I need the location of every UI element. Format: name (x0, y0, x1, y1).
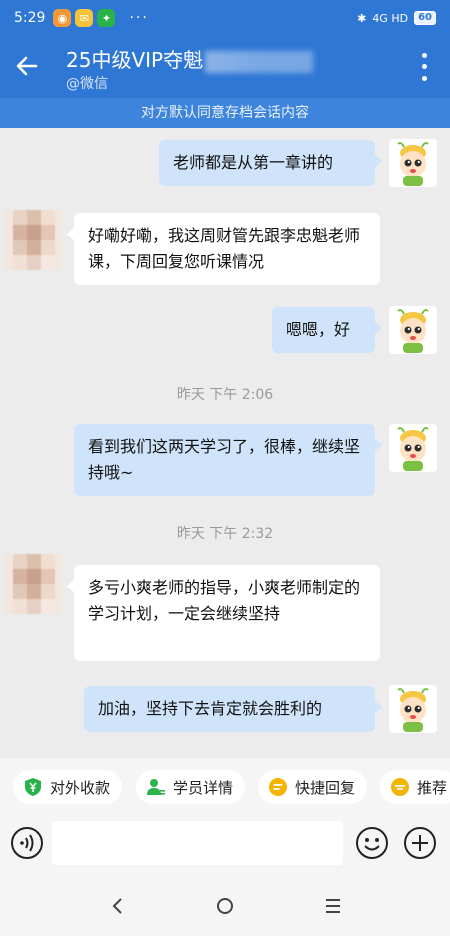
nav-back-button[interactable] (106, 894, 130, 918)
chevron-left-icon (112, 898, 122, 914)
menu-icon (326, 899, 340, 913)
message-bubble-outgoing[interactable]: 老师都是从第一章讲的 (159, 140, 382, 186)
back-button[interactable] (10, 49, 44, 83)
chat-subtitle: @微信 (66, 76, 108, 92)
nav-home-button[interactable] (213, 894, 237, 918)
message-timestamp: 昨天 下午 2:06 (176, 387, 274, 403)
quick-reply-icon (268, 777, 288, 797)
app-notification-icon: ◉ (53, 9, 72, 27)
blurred-avatar-icon (5, 554, 61, 614)
emoji-button[interactable] (355, 826, 389, 860)
circle-home-icon (217, 898, 233, 914)
recommend-icon (390, 777, 410, 797)
message-bubble-outgoing[interactable]: 看到我们这两天学习了，很棒，继续坚持哦~ (74, 424, 382, 496)
dot (421, 75, 427, 81)
signal-icon: 4G HD (372, 11, 409, 25)
cartoon-mascot-icon (389, 424, 437, 472)
contact-avatar[interactable] (5, 554, 61, 614)
chip-label: 快捷回复 (295, 778, 356, 797)
page-title: 25中级VIP夺魁 (66, 44, 314, 73)
status-time: 5:29 (14, 10, 46, 26)
quick-reply-button[interactable]: 快捷回复 (258, 770, 368, 804)
message-input-bar (0, 818, 450, 876)
blurred-avatar-icon (5, 210, 61, 270)
arrow-left-icon (16, 56, 38, 76)
redacted-title-part (205, 50, 314, 73)
chat-header: 25中级VIP夺魁 @微信 (0, 36, 450, 98)
my-avatar[interactable] (389, 424, 437, 472)
dot (421, 64, 427, 70)
quick-actions-bar[interactable]: 对外收款 学员详情 快捷回复 推荐 (0, 758, 450, 818)
message-bubble-outgoing[interactable]: 嗯嗯，好 (272, 307, 382, 353)
cartoon-mascot-icon (389, 685, 437, 733)
status-bar: 5:29 ◉ ✉ ✦ ··· ✱ 4G HD 60 (0, 0, 450, 36)
user-card-icon (146, 777, 166, 797)
more-options-button[interactable] (412, 50, 436, 84)
my-avatar[interactable] (389, 139, 437, 187)
bluetooth-icon: ✱ (357, 11, 367, 25)
message-list[interactable]: 老师都是从第一章讲的 好嘞好嘞，我这周财管先跟李忠魁老师课，下周回复您听课情况 … (0, 128, 450, 758)
cartoon-mascot-icon (389, 139, 437, 187)
more-notifications-icon: ··· (129, 10, 149, 26)
recommend-button[interactable]: 推荐 (380, 770, 450, 804)
battery-icon: 60 (414, 11, 436, 25)
yuan-shield-icon (23, 777, 43, 797)
archive-notice: 对方默认同意存档会话内容 (0, 98, 450, 128)
app-notification-icon: ✉ (75, 9, 94, 27)
contact-avatar[interactable] (5, 210, 61, 270)
message-bubble-outgoing[interactable]: 加油，坚持下去肯定就会胜利的 (84, 686, 382, 732)
status-indicators: ✱ 4G HD 60 (357, 11, 436, 25)
message-input[interactable] (52, 821, 343, 865)
chip-label: 推荐 (417, 778, 448, 797)
nav-recents-button[interactable] (321, 894, 345, 918)
voice-icon (11, 827, 43, 859)
chip-label: 学员详情 (173, 778, 234, 797)
smiley-icon (356, 827, 388, 859)
message-bubble-incoming[interactable]: 好嘞好嘞，我这周财管先跟李忠魁老师课，下周回复您听课情况 (67, 213, 380, 285)
external-payment-button[interactable]: 对外收款 (13, 770, 123, 804)
my-avatar[interactable] (389, 685, 437, 733)
my-avatar[interactable] (389, 306, 437, 354)
student-details-button[interactable]: 学员详情 (136, 770, 246, 804)
wechat-icon: ✦ (97, 9, 116, 27)
message-timestamp: 昨天 下午 2:32 (176, 526, 274, 542)
voice-input-button[interactable] (10, 826, 44, 860)
dot (421, 53, 427, 59)
more-actions-button[interactable] (403, 826, 437, 860)
chat-title: 25中级VIP夺魁 (66, 48, 204, 72)
chip-label: 对外收款 (50, 778, 111, 797)
message-bubble-incoming[interactable]: 多亏小爽老师的指导，小爽老师制定的学习计划，一定会继续坚持 (67, 565, 380, 661)
cartoon-mascot-icon (389, 306, 437, 354)
system-nav-bar (0, 876, 450, 936)
plus-icon (404, 827, 436, 859)
